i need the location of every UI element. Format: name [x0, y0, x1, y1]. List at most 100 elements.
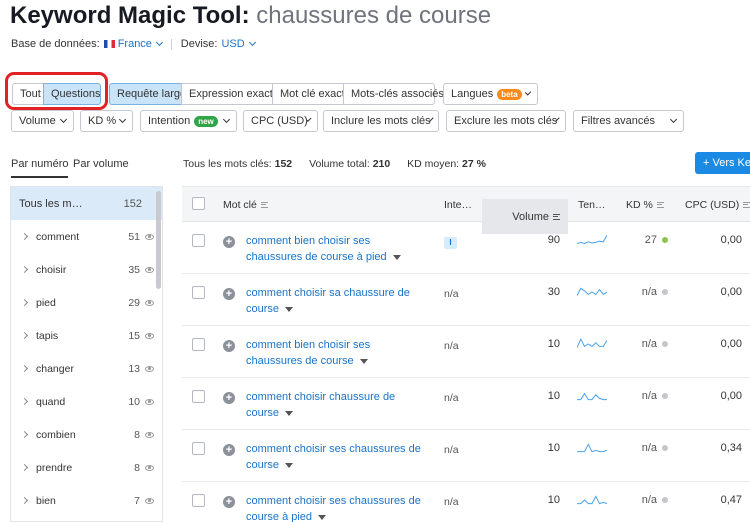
intent-filter-label: Intention: [148, 115, 191, 127]
export-to-keyword-manager-button[interactable]: + Vers Ke: [695, 152, 750, 174]
intent-cell: n/a: [444, 496, 459, 508]
currency-selector[interactable]: USD: [221, 38, 244, 50]
database-selector[interactable]: France: [118, 38, 152, 50]
column-kd[interactable]: KD %: [626, 187, 664, 222]
advanced-filters[interactable]: Filtres avancés: [573, 110, 684, 132]
column-trend-label: Ten…: [578, 198, 606, 211]
tab-phrase-match[interactable]: Expression exacte: [181, 83, 279, 105]
kd-cell: 27: [612, 234, 668, 246]
column-cpc[interactable]: CPC (USD): [685, 187, 750, 222]
tab-by-number[interactable]: Par numéro: [11, 158, 69, 178]
row-checkbox[interactable]: [192, 442, 205, 455]
add-keyword-icon[interactable]: +: [223, 236, 235, 248]
sidebar-item[interactable]: tapis 15: [11, 319, 162, 352]
keyword-link[interactable]: comment choisir chaussure de course: [246, 389, 431, 421]
row-checkbox[interactable]: [192, 338, 205, 351]
chevron-right-icon[interactable]: [20, 298, 29, 307]
add-keyword-icon[interactable]: +: [223, 392, 235, 404]
chevron-right-icon[interactable]: [20, 364, 29, 373]
languages-dropdown[interactable]: Langues beta: [443, 83, 538, 105]
caret-down-icon[interactable]: [285, 306, 294, 312]
kd-filter[interactable]: KD %: [80, 110, 133, 132]
caret-down-icon[interactable]: [359, 358, 368, 364]
keyword-link[interactable]: comment bien choisir ses chaussures de co…: [246, 233, 431, 265]
volume-value: 10: [547, 390, 560, 402]
sidebar-item-count: 13: [128, 362, 140, 375]
sidebar-item-label: quand: [36, 395, 66, 408]
trend-line: [577, 234, 607, 245]
sort-icon: [260, 201, 268, 208]
volume-filter[interactable]: Volume: [11, 110, 74, 132]
eye-icon[interactable]: [145, 431, 154, 438]
include-filter-label: Inclure les mots clés: [331, 115, 431, 127]
keyword-text-line2: course: [246, 407, 280, 419]
sidebar-item-count: 35: [128, 263, 140, 276]
include-keywords-filter[interactable]: Inclure les mots clés: [323, 110, 439, 132]
kd-value: n/a: [641, 494, 657, 506]
keyword-link[interactable]: comment choisir ses chaussures de course …: [246, 493, 431, 522]
divider: |: [169, 38, 173, 50]
add-keyword-icon[interactable]: +: [223, 444, 235, 456]
tab-related[interactable]: Mots-clés associés: [343, 83, 444, 105]
eye-icon[interactable]: [145, 365, 154, 372]
eye-icon[interactable]: [145, 299, 154, 306]
table-row: + comment bien choisir ses chaussures de c…: [182, 326, 750, 378]
chevron-right-icon[interactable]: [20, 331, 29, 340]
beta-badge: beta: [497, 88, 522, 100]
chevron-down-icon[interactable]: [248, 38, 256, 47]
chevron-right-icon[interactable]: [20, 232, 29, 241]
row-checkbox[interactable]: [192, 494, 205, 507]
sidebar-item[interactable]: changer 13: [11, 352, 162, 385]
chevron-down-icon: [59, 115, 68, 124]
sidebar-item[interactable]: comment 51: [11, 220, 162, 253]
sidebar-item-all[interactable]: Tous les m… 152: [11, 187, 162, 220]
add-keyword-icon[interactable]: +: [223, 288, 235, 300]
eye-icon[interactable]: [145, 266, 154, 273]
row-checkbox[interactable]: [192, 390, 205, 403]
sidebar-item[interactable]: quand 10: [11, 385, 162, 418]
keyword-link[interactable]: comment choisir sa chaussure de course: [246, 285, 431, 317]
eye-icon[interactable]: [145, 233, 154, 240]
select-all-checkbox[interactable]: [192, 197, 205, 210]
table-body: + comment bien choisir ses chaussures de c…: [182, 222, 750, 522]
row-checkbox[interactable]: [192, 234, 205, 247]
sidebar-item[interactable]: prendre 8: [11, 451, 162, 484]
caret-down-icon[interactable]: [392, 254, 401, 260]
eye-icon[interactable]: [145, 464, 154, 471]
sidebar-item[interactable]: choisir 35: [11, 253, 162, 286]
tab-broad-match[interactable]: Requête large: [109, 83, 186, 105]
keyword-link[interactable]: comment choisir ses chaussures de course: [246, 441, 431, 473]
sidebar-item[interactable]: pied 29: [11, 286, 162, 319]
column-trend[interactable]: Ten…: [578, 187, 605, 222]
exclude-keywords-filter[interactable]: Exclure les mots clés: [446, 110, 566, 132]
sidebar-scrollbar[interactable]: [156, 191, 161, 289]
cpc-filter[interactable]: CPC (USD): [243, 110, 318, 132]
row-checkbox[interactable]: [192, 286, 205, 299]
chevron-right-icon[interactable]: [20, 397, 29, 406]
caret-down-icon[interactable]: [285, 410, 294, 416]
chevron-down-icon[interactable]: [155, 38, 163, 47]
chevron-right-icon[interactable]: [20, 430, 29, 439]
chevron-right-icon[interactable]: [20, 265, 29, 274]
eye-icon[interactable]: [145, 497, 154, 504]
total-volume-label: Volume total:: [309, 158, 370, 170]
add-keyword-icon[interactable]: +: [223, 340, 235, 352]
caret-down-icon[interactable]: [285, 462, 294, 468]
sidebar-item[interactable]: combien 8: [11, 418, 162, 451]
caret-down-icon[interactable]: [318, 514, 327, 520]
tab-exact-match[interactable]: Mot clé exact: [272, 83, 345, 105]
sidebar-item-count: 51: [128, 230, 140, 243]
trend-sparkline: [577, 443, 607, 453]
column-keyword[interactable]: Mot clé: [223, 187, 268, 222]
chevron-right-icon[interactable]: [20, 496, 29, 505]
add-keyword-icon[interactable]: +: [223, 496, 235, 508]
tab-by-volume[interactable]: Par volume: [73, 158, 129, 170]
chevron-right-icon[interactable]: [20, 463, 29, 472]
kd-indicator-dot: [662, 237, 668, 244]
eye-icon[interactable]: [145, 398, 154, 405]
sidebar-item[interactable]: bien 7: [11, 484, 162, 517]
column-intent[interactable]: Inte…: [444, 187, 472, 222]
intent-filter[interactable]: Intention new: [140, 110, 237, 132]
keyword-link[interactable]: comment bien choisir ses chaussures de co…: [246, 337, 431, 369]
eye-icon[interactable]: [145, 332, 154, 339]
